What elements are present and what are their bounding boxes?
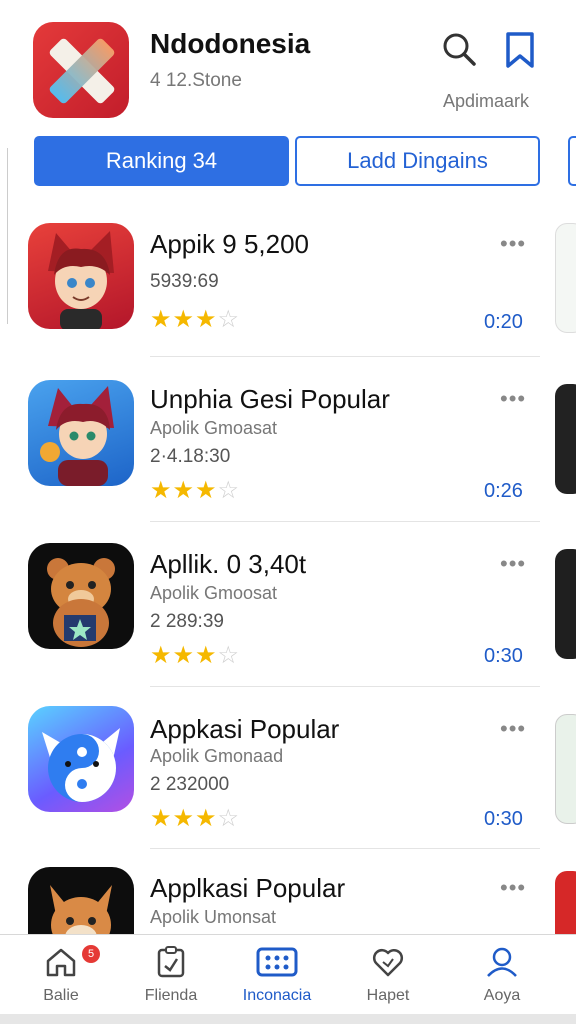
nav-label: Aoya <box>483 987 521 1004</box>
rating-stars: ★★★☆ <box>150 642 241 669</box>
next-card-peek[interactable] <box>555 549 576 659</box>
item-time: 0:26 <box>484 480 523 502</box>
item-title: Apllik. 0 3,40t <box>150 549 307 579</box>
notification-badge: 5 <box>82 945 100 963</box>
more-options-icon[interactable]: ••• <box>500 231 526 257</box>
item-title: Unphia Gesi Popular <box>150 384 390 414</box>
tab-ranking[interactable]: Ranking 34 <box>34 136 289 186</box>
app-header: Ndodonesia 4 12.Stone Apdimaark Ranking … <box>0 0 576 200</box>
nav-label: Balie <box>43 987 79 1004</box>
item-time: 0:20 <box>484 311 523 333</box>
character-fox-hood-icon <box>28 380 134 486</box>
tab-dingains[interactable]: Ladd Dingains <box>295 136 540 186</box>
more-options-icon[interactable]: ••• <box>500 386 526 412</box>
next-card-peek[interactable] <box>555 223 576 333</box>
nav-item-aoya[interactable]: Aoya <box>447 935 557 1015</box>
app-logo-icon <box>33 22 129 118</box>
nav-label: Hapet <box>366 987 410 1004</box>
more-options-icon[interactable]: ••• <box>500 716 526 742</box>
nav-item-inconacia[interactable]: Inconacia <box>222 935 332 1015</box>
more-options-icon[interactable]: ••• <box>500 551 526 577</box>
bookmark-label[interactable]: Apdimaark <box>443 91 529 112</box>
next-card-peek[interactable] <box>555 714 576 824</box>
nav-item-balie[interactable]: 5 Balie <box>6 935 116 1015</box>
item-count: 5939:69 <box>150 271 219 292</box>
nav-item-hapet[interactable]: Hapet <box>333 935 443 1015</box>
bookmark-icon[interactable] <box>500 30 540 70</box>
item-time: 0:30 <box>484 808 523 830</box>
more-options-icon[interactable]: ••• <box>500 875 526 901</box>
character-cat-hood-icon <box>28 223 134 329</box>
cat-ball-icon <box>28 706 134 812</box>
item-subtitle: Apolik Umonsat <box>150 907 277 927</box>
item-subtitle: Apolik Gmoasat <box>150 418 278 438</box>
next-card-peek[interactable] <box>555 384 576 494</box>
item-time: 0:30 <box>484 645 523 667</box>
nav-item-flienda[interactable]: Flienda <box>116 935 226 1015</box>
home-icon <box>46 948 76 977</box>
rating-stars: ★★★☆ <box>150 805 241 832</box>
rating-stars: ★★★☆ <box>150 306 241 333</box>
app-title: Ndodonesia <box>150 28 311 59</box>
item-count: 2 289:39 <box>150 611 224 632</box>
nav-label: Flienda <box>144 987 198 1004</box>
nav-label: Inconacia <box>242 987 312 1004</box>
item-subtitle: Apolik Gmonaad <box>150 746 284 766</box>
item-title: Applkasi Popular <box>150 873 346 903</box>
rating-stars: ★★★☆ <box>150 477 241 504</box>
person-icon <box>487 947 517 977</box>
item-title: Appkasi Popular <box>150 714 340 744</box>
edge-divider <box>0 148 8 324</box>
search-icon[interactable] <box>440 30 480 70</box>
bear-icon <box>28 543 134 649</box>
heart-icon <box>372 948 404 977</box>
bottom-navigation: 5 Balie Flienda Inconacia Hapet Aoya <box>0 934 576 1014</box>
item-title: Appik 9 5,200 <box>150 229 310 259</box>
item-count: 2·4.18:30 <box>150 446 231 467</box>
grid-icon <box>256 947 298 977</box>
app-subtitle: 4 12.Stone <box>150 70 242 91</box>
item-subtitle: Apolik Gmoosat <box>150 583 278 603</box>
clipboard-icon <box>157 946 185 978</box>
tab-offscreen[interactable] <box>568 136 576 186</box>
system-bar <box>0 1014 576 1024</box>
item-count: 2 232000 <box>150 774 230 795</box>
